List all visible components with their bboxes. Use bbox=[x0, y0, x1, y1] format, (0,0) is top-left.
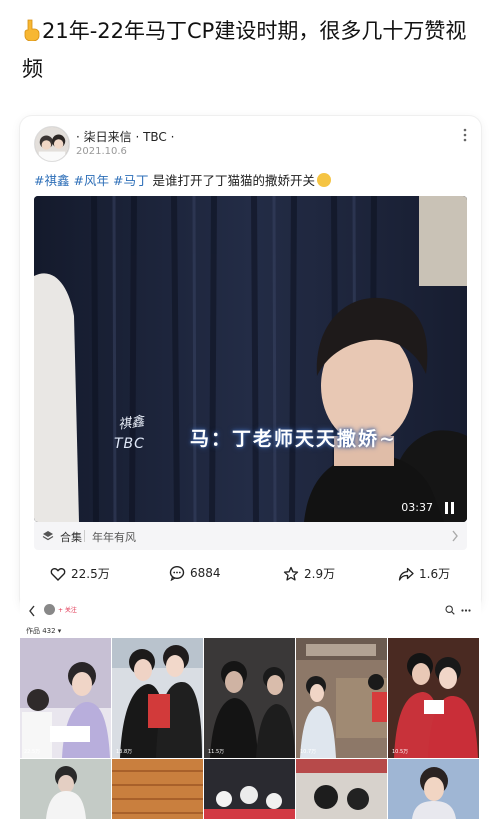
chevron-right-icon bbox=[452, 530, 458, 542]
video-thumbnail[interactable] bbox=[204, 759, 295, 819]
hashtag-fengnian[interactable]: #风年 bbox=[73, 173, 108, 188]
works-count[interactable]: 作品 432 ▾ bbox=[26, 626, 61, 636]
video-thumbnail[interactable]: 10.5万 bbox=[388, 638, 479, 758]
search-icon[interactable] bbox=[445, 605, 455, 615]
collection-label: 合集 bbox=[60, 531, 82, 544]
video-thumbnail[interactable] bbox=[20, 759, 111, 819]
caption-text: 是谁打开了丁猫猫的撒娇开关 bbox=[152, 173, 315, 188]
video-thumbnail[interactable]: 13.8万 bbox=[112, 638, 203, 758]
share-arrow-icon bbox=[398, 567, 414, 581]
back-arrow-icon[interactable] bbox=[28, 605, 36, 617]
video-thumbnail[interactable]: 22.5万 bbox=[20, 638, 111, 758]
thumbnail-like-count: 13.8万 bbox=[116, 749, 133, 755]
video-thumbnail[interactable]: 11.5万 bbox=[204, 638, 295, 758]
grinning-emoji-icon bbox=[316, 173, 331, 187]
author-name[interactable]: · 柒日来信 · TBC · bbox=[76, 128, 174, 145]
more-horizontal-icon[interactable] bbox=[461, 609, 471, 612]
like-button[interactable]: 22.5万 bbox=[50, 565, 110, 582]
hashtag-mading[interactable]: #马丁 bbox=[113, 173, 148, 188]
more-options-icon[interactable] bbox=[463, 128, 467, 142]
video-frame-image bbox=[34, 196, 467, 522]
star-icon bbox=[283, 566, 299, 581]
post-card[interactable]: · 柒日来信 · TBC · 2021.10.6 #祺鑫 #风年 #马丁 是谁打开了丁… bbox=[20, 116, 481, 610]
pointing-down-hand-icon bbox=[22, 15, 40, 42]
collection-name: 年年有风 bbox=[92, 531, 136, 544]
headline: 21年-22年马丁CP建设时期，很多几十万赞视频 bbox=[22, 12, 482, 88]
video-thumbnail[interactable] bbox=[388, 759, 479, 819]
comment-count: 6884 bbox=[190, 566, 221, 580]
share-button[interactable]: 1.6万 bbox=[398, 565, 450, 582]
collection-bar[interactable]: 合集 年年有风 bbox=[34, 522, 467, 550]
author-avatar[interactable] bbox=[34, 126, 70, 162]
collection-divider bbox=[84, 530, 85, 542]
pause-icon[interactable] bbox=[445, 502, 455, 514]
comment-icon bbox=[169, 565, 185, 581]
video-grid: 22.5万 13.8万 11.5万 10.7万 10.5万 bbox=[20, 638, 481, 819]
post-caption: #祺鑫 #风年 #马丁 是谁打开了丁猫猫的撒娇开关 bbox=[34, 170, 331, 189]
video-watermark-top: 祺鑫 bbox=[117, 414, 146, 433]
comment-button[interactable]: 6884 bbox=[169, 565, 221, 581]
thumbnail-like-count: 10.7万 bbox=[300, 749, 317, 755]
video-player[interactable]: 祺鑫 TBC 马：丁老师天天撒娇~ 03:37 bbox=[34, 196, 467, 522]
video-thumbnail[interactable]: 10.7万 bbox=[296, 638, 387, 758]
video-duration: 03:37 bbox=[401, 501, 433, 514]
follow-button[interactable]: + 关注 bbox=[58, 605, 77, 614]
profile-screenshot: + 关注 作品 432 ▾ 22.5万 13.8万 11.5万 10.7万 10… bbox=[20, 600, 481, 819]
like-count: 22.5万 bbox=[71, 567, 110, 581]
layers-icon bbox=[42, 531, 54, 541]
thumbnail-like-count: 11.5万 bbox=[208, 749, 225, 755]
heart-icon bbox=[50, 567, 66, 581]
post-date: 2021.10.6 bbox=[76, 146, 127, 157]
favorite-button[interactable]: 2.9万 bbox=[283, 565, 335, 582]
profile-avatar[interactable] bbox=[44, 604, 55, 615]
hashtag-qixin[interactable]: #祺鑫 bbox=[34, 173, 69, 188]
thumbnail-like-count: 22.5万 bbox=[24, 749, 41, 755]
video-thumbnail[interactable] bbox=[296, 759, 387, 819]
profile-header: + 关注 bbox=[20, 600, 481, 622]
headline-text: 21年-22年马丁CP建设时期，很多几十万赞视频 bbox=[22, 19, 467, 81]
action-bar: 22.5万 6884 2.9万 1.6万 bbox=[20, 560, 481, 590]
thumbnail-like-count: 10.5万 bbox=[392, 749, 409, 755]
video-subtitle: 马：丁老师天天撒娇~ bbox=[190, 428, 397, 450]
favorite-count: 2.9万 bbox=[304, 567, 336, 581]
video-thumbnail[interactable] bbox=[112, 759, 203, 819]
video-watermark-bottom: TBC bbox=[114, 436, 145, 452]
share-count: 1.6万 bbox=[419, 567, 451, 581]
